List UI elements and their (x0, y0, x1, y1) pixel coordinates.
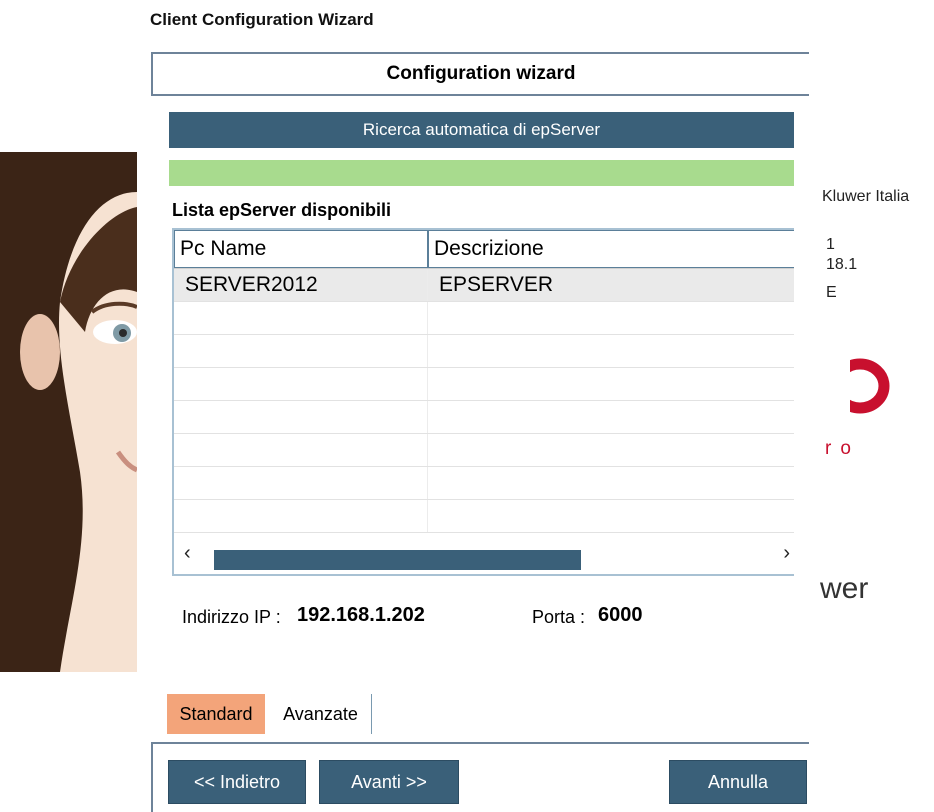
cancel-button[interactable]: Annulla (669, 760, 807, 804)
bg-info-line: 1 (826, 236, 835, 253)
port-label: Porta : (532, 607, 586, 627)
bg-power-text: wer (820, 572, 869, 605)
progress-bar (169, 160, 794, 186)
table-row-empty[interactable] (174, 302, 794, 335)
scrollbar-thumb[interactable] (214, 550, 581, 570)
column-header-description[interactable]: Descrizione (428, 230, 794, 268)
empty-cell (428, 302, 794, 334)
pc-name-cell: SERVER2012 (174, 269, 428, 301)
empty-cell (428, 467, 794, 499)
port-value: 6000 (598, 604, 643, 626)
list-header: Pc Name Descrizione (174, 230, 794, 269)
empty-cell (428, 500, 794, 532)
back-button[interactable]: << Indietro (168, 760, 306, 804)
chevron-left-icon[interactable]: ‹ (184, 542, 191, 565)
table-row-empty[interactable] (174, 467, 794, 500)
table-row-empty[interactable] (174, 500, 794, 533)
wizard-header: Configuration wizard (151, 52, 809, 96)
bg-company-text: Kluwer Italia (822, 188, 910, 205)
empty-cell (428, 368, 794, 400)
table-row-empty[interactable] (174, 368, 794, 401)
ip-address-value: 192.168.1.202 (297, 604, 425, 626)
empty-cell (428, 335, 794, 367)
table-row-empty[interactable] (174, 401, 794, 434)
horizontal-scrollbar[interactable]: ‹ › (174, 534, 794, 574)
ip-address-label: Indirizzo IP : (182, 607, 281, 627)
server-list[interactable]: Pc Name Descrizione SERVER2012 EPSERVER … (172, 228, 794, 576)
chevron-right-icon[interactable]: › (783, 542, 790, 565)
table-row-empty[interactable] (174, 335, 794, 368)
brand-logo-icon (822, 355, 892, 415)
step-title: Ricerca automatica di epServer (169, 112, 794, 148)
empty-cell (174, 368, 428, 400)
empty-cell (174, 401, 428, 433)
server-list-caption: Lista epServer disponibili (172, 200, 392, 220)
table-row[interactable]: SERVER2012 EPSERVER (174, 269, 794, 302)
tab-standard[interactable]: Standard (167, 694, 265, 734)
progress-fill (169, 160, 794, 186)
window-title: Client Configuration Wizard (150, 10, 374, 29)
bg-info-line: E (826, 284, 837, 301)
empty-cell (174, 434, 428, 466)
bg-info-line: 18.1 (826, 256, 858, 273)
empty-cell (174, 335, 428, 367)
empty-cell (428, 434, 794, 466)
description-cell: EPSERVER (439, 273, 553, 296)
column-header-pc-name[interactable]: Pc Name (174, 230, 428, 268)
brand-logo-text: ro (825, 438, 860, 459)
empty-cell (174, 500, 428, 532)
tab-advanced[interactable]: Avanzate (270, 694, 372, 734)
splash-photo (0, 152, 137, 672)
table-row-empty[interactable] (174, 434, 794, 467)
empty-cell (428, 401, 794, 433)
empty-cell (174, 467, 428, 499)
empty-cell (174, 302, 428, 334)
next-button[interactable]: Avanti >> (319, 760, 459, 804)
